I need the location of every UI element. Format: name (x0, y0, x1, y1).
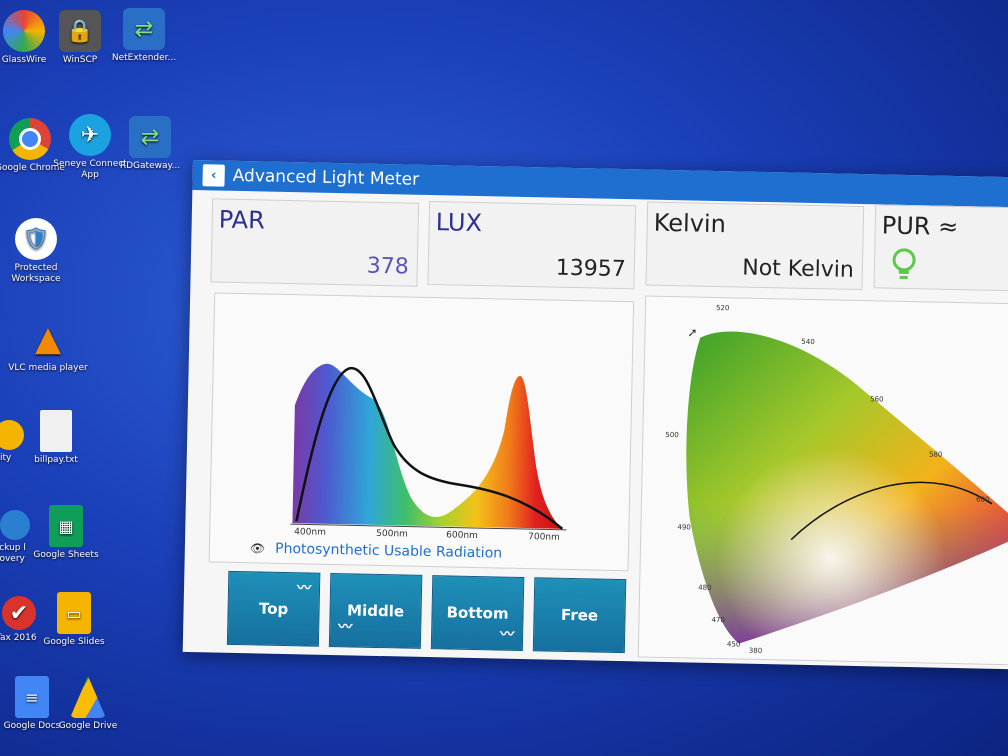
tick-500: 500nm (376, 528, 408, 540)
cie-label-560: 560 (870, 395, 884, 404)
lux-card: LUX 13957 (427, 200, 637, 290)
protected-workspace-icon: 🛡 (15, 218, 57, 260)
advanced-light-meter-window: ‹ Advanced Light Meter PAR 378 LUX 13957… (182, 160, 1008, 670)
seneye-icon: ✈ (69, 114, 111, 156)
eye-icon[interactable]: 👁 (250, 541, 266, 555)
desktop-icon-rdgateway[interactable]: ⇄ RDGateway... (108, 116, 192, 172)
kelvin-card: Kelvin Not Kelvin (645, 201, 865, 291)
tick-700: 700nm (528, 532, 560, 543)
mouse-cursor-icon: ➚ (687, 325, 698, 340)
rdgateway-icon: ⇄ (129, 116, 171, 158)
cie-label-480: 480 (698, 583, 712, 592)
netextender-icon: ⇄ (123, 8, 165, 50)
cie-label-520: 520 (715, 303, 730, 313)
chevron-left-icon: ‹ (210, 167, 217, 184)
free-button[interactable]: Free (532, 577, 627, 654)
desktop-icon-billpay[interactable]: billpay.txt (14, 410, 98, 466)
text-file-icon (40, 410, 72, 452)
par-label: PAR (218, 205, 266, 235)
desktop-partial-label: 16 (0, 278, 12, 289)
pur-label: PUR ≈ (881, 211, 959, 242)
spectrum-chart (290, 363, 567, 531)
sheets-icon: ▦ (49, 505, 83, 547)
kelvin-label: Kelvin (653, 208, 727, 239)
cie-label-580: 580 (928, 450, 943, 459)
desktop-partial-icon: Total urity (0, 420, 24, 464)
cie-label-490: 490 (677, 523, 691, 532)
spectrum-panel: 400nm 500nm 600nm 700nm 👁 Photosynthetic… (208, 292, 635, 572)
drive-icon (70, 676, 106, 718)
winscp-icon: 🔒 (59, 10, 101, 52)
docs-icon: ≡ (15, 676, 49, 718)
desktop-icon-vlc[interactable]: ▲ VLC media player (6, 318, 90, 374)
par-card: PAR 378 (210, 198, 420, 287)
slides-icon: ▭ (57, 592, 91, 634)
lux-value: 13957 (555, 255, 627, 283)
desktop-icon-netextender[interactable]: ⇄ NetExtender... (102, 8, 186, 64)
desktop-partial-icon: ✔ urboTax 2016 (0, 596, 38, 644)
desktop-icon-google-drive[interactable]: Google Drive (46, 676, 130, 732)
cie-chromaticity-diagram (686, 331, 1008, 644)
cie-label-500: 500 (665, 430, 679, 440)
top-button[interactable]: 〰 Top (226, 570, 321, 647)
bottom-button[interactable]: 〰 Bottom (430, 575, 525, 652)
lightbulb-icon (892, 248, 916, 279)
feather-icon: 〰 (338, 619, 353, 636)
desktop-partial-label: 2016 (0, 374, 12, 385)
pur-card: PUR ≈ (873, 204, 1008, 292)
cie-panel: 520 540 560 580 600 500 490 480 470 450 … (637, 295, 1008, 666)
feather-icon: 〰 (296, 580, 312, 597)
feather-icon: 〰 (499, 626, 515, 643)
desktop-icon-google-slides[interactable]: ▭ Google Slides (32, 592, 116, 648)
cie-label-470: 470 (711, 615, 725, 625)
cie-label-450: 450 (726, 640, 741, 649)
middle-button[interactable]: 〰 Middle (328, 572, 423, 649)
back-button[interactable]: ‹ (202, 164, 225, 187)
lux-label: LUX (435, 208, 483, 238)
window-title: Advanced Light Meter (232, 165, 420, 190)
tick-600: 600nm (446, 530, 478, 542)
par-value: 378 (366, 253, 410, 280)
turbotax-icon: ✔ (2, 596, 36, 630)
desktop-partial-icon: l Backup l Recovery (0, 510, 38, 565)
desktop-icon-protected-workspace[interactable]: 🛡 Protected Workspace (0, 218, 78, 285)
cie-label-600: 600 (975, 495, 990, 504)
kelvin-value: Not Kelvin (742, 255, 855, 283)
cie-label-380: 380 (748, 646, 763, 656)
vlc-icon: ▲ (34, 318, 62, 359)
chrome-icon (9, 118, 51, 160)
cie-label-540: 540 (801, 337, 815, 347)
tick-400: 400nm (294, 527, 326, 538)
backup-recovery-icon (0, 510, 30, 540)
